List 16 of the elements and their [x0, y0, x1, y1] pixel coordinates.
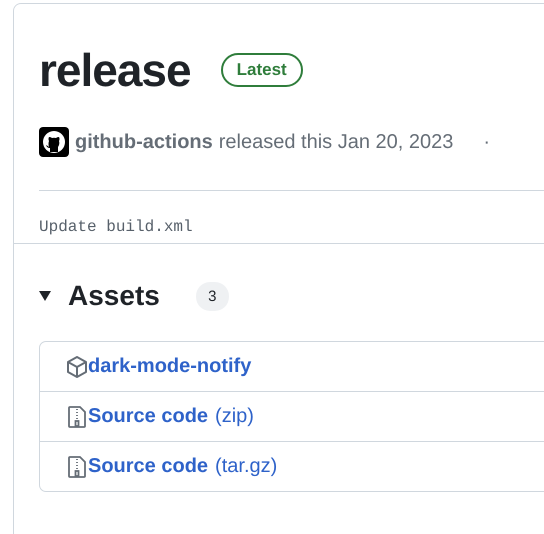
author-link[interactable]: github-actions — [75, 130, 213, 154]
separator-dot: · — [483, 130, 490, 154]
asset-link[interactable]: dark-mode-notify — [88, 355, 252, 378]
asset-count: 3 — [196, 282, 229, 310]
release-title: release — [39, 43, 191, 97]
release-date-text: released this Jan 20, 2023 — [218, 130, 454, 154]
avatar-icon — [39, 127, 69, 157]
latest-label: Latest — [220, 53, 303, 87]
release-notes: Update build.xml — [39, 218, 194, 236]
package-icon — [66, 354, 88, 378]
assets-heading: Assets — [68, 280, 160, 312]
expand-triangle-icon[interactable] — [39, 291, 51, 301]
zip-file-icon — [66, 404, 88, 428]
asset-link[interactable]: Source code (tar.gz) — [88, 455, 278, 478]
zip-file-icon — [66, 454, 88, 478]
asset-link[interactable]: Source code (zip) — [88, 405, 254, 428]
